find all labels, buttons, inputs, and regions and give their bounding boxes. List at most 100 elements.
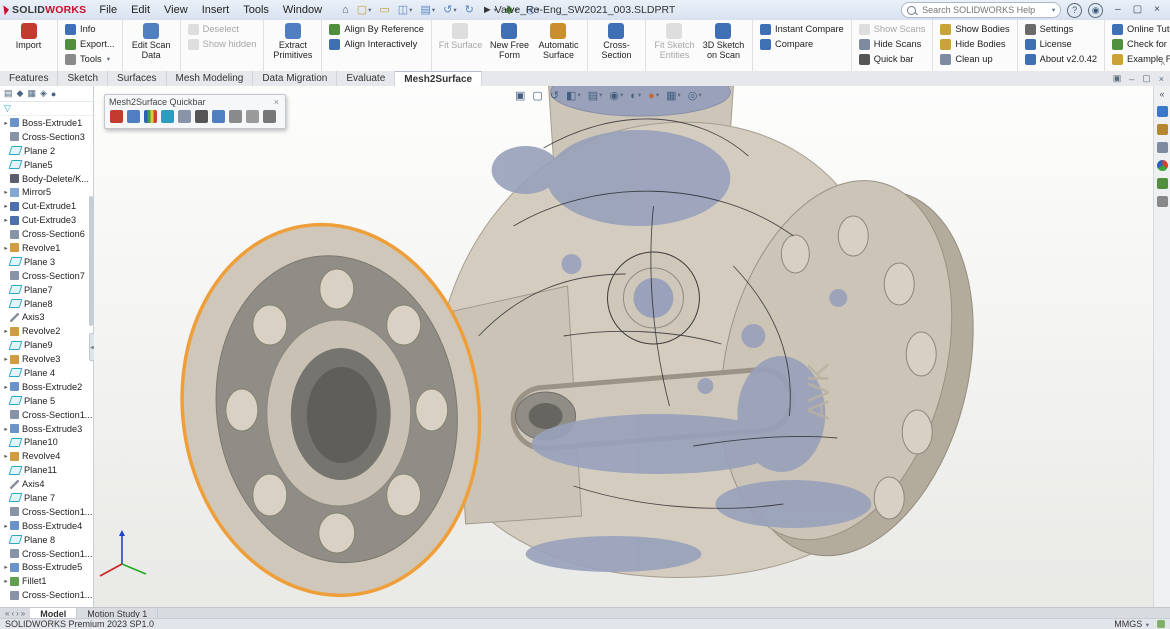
tree-item-boss-extrude2[interactable]: ▸Boss-Extrude2 <box>0 380 93 394</box>
graphics-viewport[interactable]: AVK <box>94 86 1154 607</box>
tree-item-mirror5[interactable]: ▸Mirror5 <box>0 185 93 199</box>
file-explorer-icon[interactable] <box>1157 142 1168 153</box>
tab-sketch[interactable]: Sketch <box>58 71 108 86</box>
ribbon-settings-button[interactable]: Settings <box>1022 22 1077 36</box>
ribbon-collapse-icon[interactable]: ^ <box>1161 60 1165 70</box>
apply-scene-button[interactable]: ▦▾ <box>663 91 684 102</box>
display-style-button[interactable]: ◉▾ <box>606 91 626 102</box>
tree-item-plane11[interactable]: Plane11 <box>0 463 93 477</box>
tab-data-migration[interactable]: Data Migration <box>253 71 337 86</box>
view-settings-button[interactable]: ◎▾ <box>685 91 705 102</box>
tree-item-cross-section1[interactable]: Cross-Section1... <box>0 408 93 422</box>
tab-features[interactable]: Features <box>0 71 58 86</box>
view-orientation-button[interactable]: ▤▾ <box>585 91 606 102</box>
edit-scan-icon[interactable] <box>127 110 140 123</box>
expand-arrow-icon[interactable]: ▸ <box>2 577 10 585</box>
align-icon[interactable] <box>212 110 225 123</box>
tab-surfaces[interactable]: Surfaces <box>108 71 166 86</box>
help-icon[interactable]: ? <box>1067 3 1082 18</box>
primitives-icon[interactable] <box>229 110 242 123</box>
expand-arrow-icon[interactable]: ▸ <box>2 216 10 224</box>
tree-item-axis3[interactable]: Axis3 <box>0 310 93 324</box>
units-label[interactable]: MMGS ▾ <box>1114 619 1149 629</box>
minimize-button[interactable]: – <box>1109 1 1127 19</box>
tree-item-plane-4[interactable]: Plane 4 <box>0 366 93 380</box>
expand-arrow-icon[interactable]: ▸ <box>2 119 10 127</box>
ribbon-edit-scan-data-button[interactable]: Edit Scan Data <box>127 22 176 62</box>
menu-view[interactable]: View <box>157 4 195 16</box>
sheet-nav-icon[interactable]: ‹ <box>11 609 14 618</box>
tab-evaluate[interactable]: Evaluate <box>337 71 395 86</box>
expand-arrow-icon[interactable]: ▸ <box>2 202 10 210</box>
tree-item-plane-5[interactable]: Plane 5 <box>0 394 93 408</box>
expand-arrow-icon[interactable]: ▸ <box>2 425 10 433</box>
tree-item-fillet1[interactable]: ▸Fillet1 <box>0 574 93 588</box>
hide-show-items-button[interactable]: ◐▾ <box>627 91 644 102</box>
tree-item-cross-section1[interactable]: Cross-Section1... <box>0 588 93 602</box>
tree-item-revolve4[interactable]: ▸Revolve4 <box>0 449 93 463</box>
box-icon[interactable] <box>263 110 276 123</box>
tab-mesh-modeling[interactable]: Mesh Modeling <box>167 71 254 86</box>
edit-appearance-button[interactable]: ●▾ <box>645 91 662 102</box>
previous-view-button[interactable]: ↺ <box>547 91 562 102</box>
ribbon-hide-bodies-button[interactable]: Hide Bodies <box>937 37 1008 51</box>
expand-arrow-icon[interactable]: ▸ <box>2 452 10 460</box>
ribbon-online-tutorials-button[interactable]: Online Tutorials <box>1109 22 1170 36</box>
dimxpert-manager-tab-icon[interactable]: ◈ <box>40 88 47 99</box>
tree-item-boss-extrude1[interactable]: ▸Boss-Extrude1 <box>0 116 93 130</box>
user-account-icon[interactable]: ◉ <box>1088 3 1103 18</box>
tree-item-boss-extrude4[interactable]: ▸Boss-Extrude4 <box>0 519 93 533</box>
appearances-icon[interactable] <box>1157 160 1168 171</box>
ribbon-show-bodies-button[interactable]: Show Bodies <box>937 22 1012 36</box>
ribbon-check-for-update-button[interactable]: Check for Update <box>1109 37 1170 51</box>
design-library-icon[interactable] <box>1157 124 1168 135</box>
redo-button[interactable]: ↻ <box>462 1 477 19</box>
sheet-nav-icon[interactable]: « <box>5 609 9 618</box>
menu-insert[interactable]: Insert <box>195 4 237 16</box>
ribbon-compare-button[interactable]: Compare <box>757 37 816 51</box>
valve-model[interactable]: AVK <box>158 86 1010 607</box>
property-manager-tab-icon[interactable]: ◆ <box>17 88 24 99</box>
ribbon-info-button[interactable]: Info <box>62 22 99 36</box>
expand-arrow-icon[interactable]: ▸ <box>2 383 10 391</box>
ribbon-instant-compare-button[interactable]: Instant Compare <box>757 22 847 36</box>
doc-restore-button[interactable]: ▢ <box>1142 73 1151 84</box>
save-button[interactable]: ◫▾ <box>395 1 416 19</box>
tree-item-revolve3[interactable]: ▸Revolve3 <box>0 352 93 366</box>
tree-item-plane8[interactable]: Plane8 <box>0 297 93 311</box>
ribbon-import-button[interactable]: Import <box>4 22 53 52</box>
doc-close-button[interactable]: × <box>1159 74 1164 84</box>
ribbon-about-v2-0-42-button[interactable]: About v2.0.42 <box>1022 52 1100 66</box>
ribbon-extract-primitives-button[interactable]: Extract Primitives <box>268 22 317 62</box>
open-button[interactable]: ▭ <box>376 1 392 19</box>
ribbon-automatic-surface-button[interactable]: Automatic Surface <box>534 22 583 62</box>
ribbon-3d-sketch-on-scan-button[interactable]: 3D Sketch on Scan <box>699 22 748 62</box>
tree-item-axis4[interactable]: Axis4 <box>0 477 93 491</box>
target-icon[interactable] <box>246 110 259 123</box>
units-caret-icon[interactable]: ▾ <box>1146 622 1149 629</box>
sheet-nav-icon[interactable]: › <box>16 609 19 618</box>
tree-item-cut-extrude3[interactable]: ▸Cut-Extrude3 <box>0 213 93 227</box>
tree-item-cross-section7[interactable]: Cross-Section7 <box>0 269 93 283</box>
tree-item-revolve2[interactable]: ▸Revolve2 <box>0 324 93 338</box>
ribbon-export-button[interactable]: Export... <box>62 37 118 51</box>
custom-properties-icon[interactable] <box>1157 178 1168 189</box>
menu-window[interactable]: Window <box>276 4 329 16</box>
solidworks-resources-icon[interactable] <box>1157 106 1168 117</box>
ribbon-clean-up-button[interactable]: Clean up <box>937 52 995 66</box>
display-manager-tab-icon[interactable]: ● <box>51 89 56 99</box>
tree-scrollbar-thumb[interactable] <box>89 196 93 326</box>
menu-edit[interactable]: Edit <box>124 4 157 16</box>
menu-file[interactable]: File <box>92 4 124 16</box>
zoom-fit-button[interactable]: ▣ <box>512 91 528 102</box>
doc-minimize-button[interactable]: – <box>1129 74 1134 84</box>
tree-item-plane5[interactable]: Plane5 <box>0 158 93 172</box>
tree-item-revolve1[interactable]: ▸Revolve1 <box>0 241 93 255</box>
tree-item-body-delete-k[interactable]: Body-Delete/K... <box>0 172 93 186</box>
search-caret-icon[interactable]: ▾ <box>1052 6 1055 14</box>
quickbar-close-icon[interactable]: × <box>272 97 281 107</box>
close-button[interactable]: × <box>1148 1 1166 19</box>
expand-arrow-icon[interactable]: ▸ <box>2 327 10 335</box>
tree-item-cross-section6[interactable]: Cross-Section6 <box>0 227 93 241</box>
new-document-button[interactable]: ▢▾ <box>354 1 375 19</box>
